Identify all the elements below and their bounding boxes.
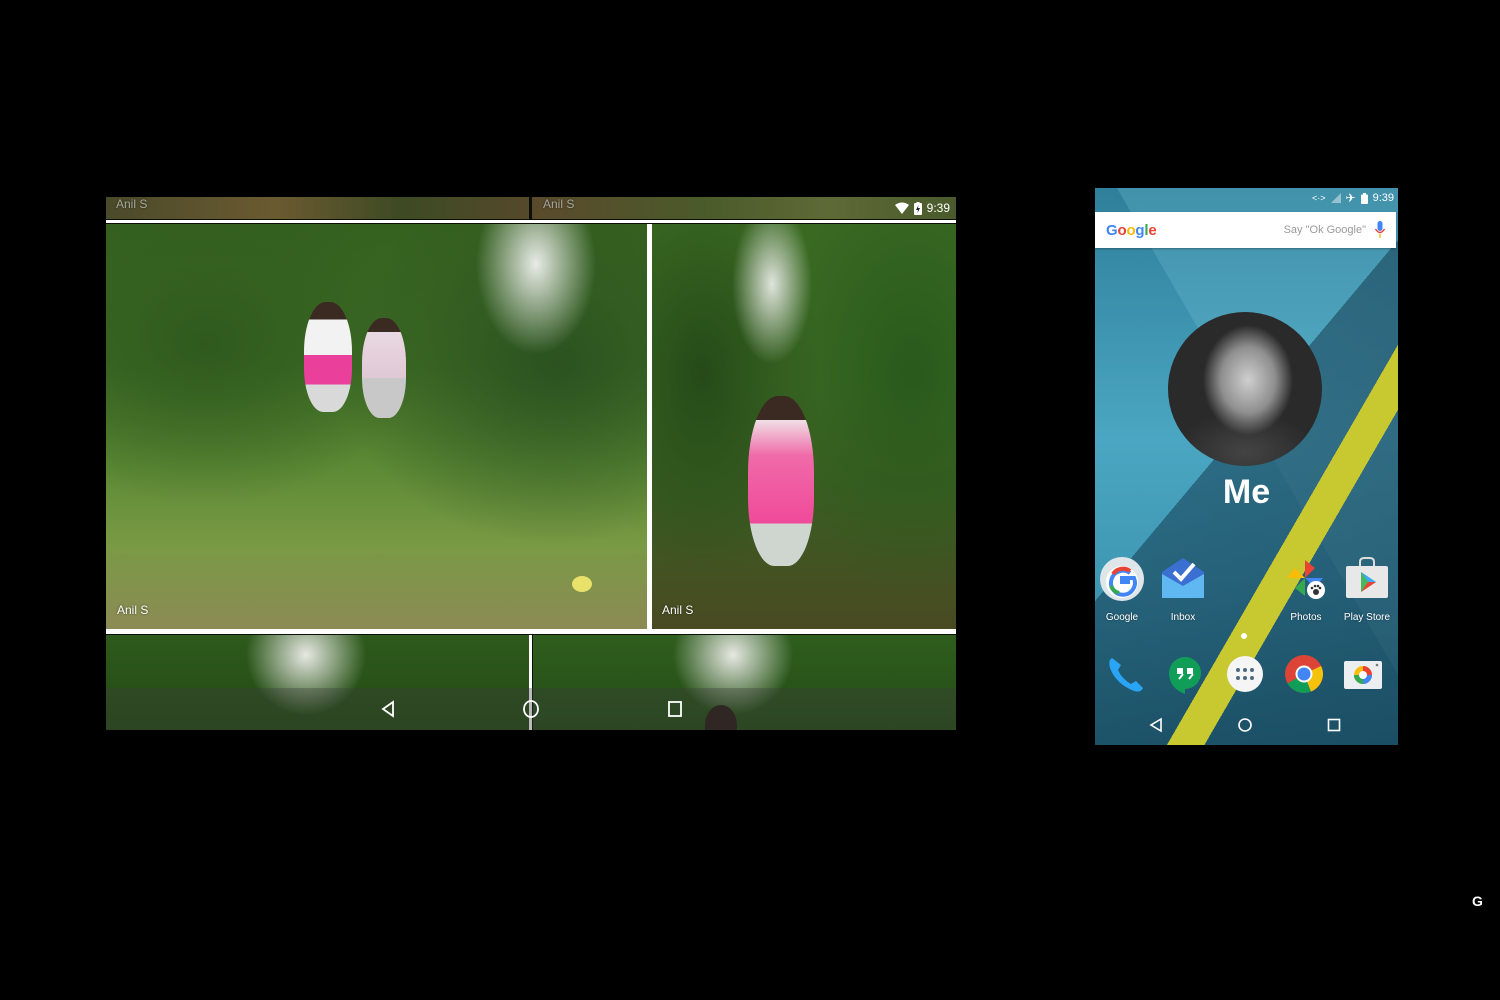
photo-tile[interactable]: Anil S [106, 197, 529, 219]
app-inbox[interactable]: Inbox [1153, 556, 1213, 623]
app-label: Google [1105, 612, 1139, 623]
wifi-icon [894, 202, 909, 214]
photo-tile[interactable]: Anil S [106, 224, 647, 629]
camera-icon[interactable] [1343, 654, 1383, 694]
photos-icon [1287, 560, 1325, 599]
chrome-icon[interactable] [1284, 654, 1324, 694]
status-bar: 9:39 [894, 201, 950, 215]
back-icon[interactable] [378, 699, 398, 719]
search-hint: Say "Ok Google" [1283, 224, 1366, 236]
avatar[interactable] [1168, 312, 1322, 466]
photo-tile[interactable]: Anil S [652, 224, 956, 629]
photo-caption: Anil S [662, 603, 694, 617]
profile-name[interactable]: Me [1095, 473, 1398, 512]
photo-tile[interactable]: Anil S [532, 197, 956, 219]
photo-caption: Anil S [116, 197, 148, 211]
google-logo: Google [1106, 222, 1157, 239]
navigation-bar [1095, 713, 1398, 737]
apple [572, 576, 592, 592]
airplane-icon: ✈ [1345, 191, 1356, 205]
back-icon[interactable] [1148, 717, 1164, 733]
photo-subject [304, 302, 352, 412]
status-time: 9:39 [1372, 192, 1394, 204]
phone-icon[interactable] [1106, 654, 1146, 694]
app-google[interactable]: Google [1095, 556, 1152, 623]
phone-home-screen: <·> ✈ 9:39 Google Say "Ok Google" Me Goo… [1095, 188, 1398, 745]
battery-icon [1360, 192, 1368, 204]
app-label: Photos [1290, 612, 1322, 623]
no-signal-icon [1330, 193, 1341, 203]
battery-charging-icon [913, 201, 922, 215]
home-icon[interactable] [521, 699, 541, 719]
photo-caption: Anil S [117, 603, 149, 617]
home-icon[interactable] [1237, 717, 1253, 733]
page-indicator [1241, 633, 1247, 639]
app-play-store[interactable]: Play Store [1337, 556, 1397, 623]
recents-icon[interactable] [1326, 717, 1342, 733]
google-app-icon [1100, 557, 1144, 601]
photo-subject [748, 396, 814, 566]
hangouts-icon[interactable] [1165, 654, 1205, 694]
microphone-icon[interactable] [1374, 220, 1386, 240]
recents-icon[interactable] [665, 699, 685, 719]
app-drawer-icon[interactable] [1225, 654, 1265, 694]
app-photos[interactable]: Photos [1276, 556, 1336, 623]
status-time: 9:39 [926, 201, 950, 215]
divider [106, 220, 956, 223]
play-store-icon [1346, 557, 1388, 598]
data-sync-icon: <·> [1312, 193, 1326, 203]
photo-caption: Anil S [543, 197, 575, 211]
app-label: Inbox [1170, 612, 1196, 623]
tablet-screen: Anil S Anil S Anil S Anil S 9:39 [106, 197, 956, 730]
inbox-icon [1162, 558, 1204, 598]
navigation-bar [106, 688, 956, 730]
google-search-bar[interactable]: Google Say "Ok Google" [1095, 212, 1396, 248]
photo-subject [362, 318, 406, 418]
google-watermark: G [1472, 893, 1483, 909]
status-bar: <·> ✈ 9:39 [1312, 190, 1394, 206]
app-label: Play Store [1343, 612, 1391, 623]
divider [106, 629, 956, 634]
